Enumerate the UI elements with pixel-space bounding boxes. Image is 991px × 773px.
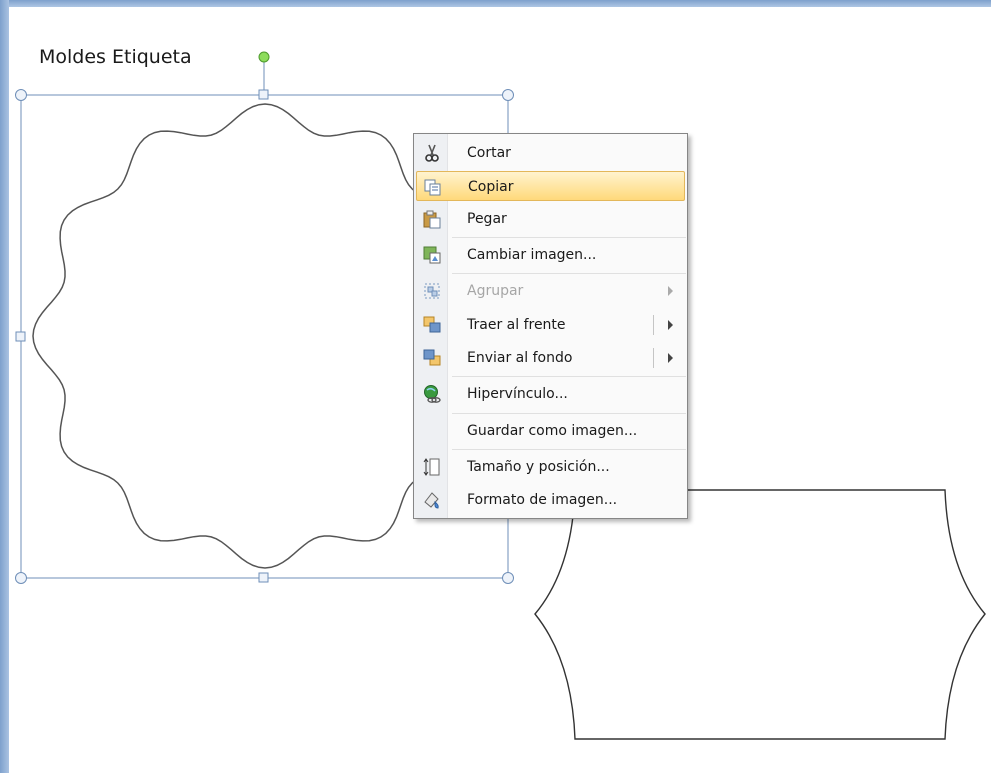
menu-item-label: Cambiar imagen... — [467, 247, 597, 263]
menu-separator — [452, 413, 686, 414]
copy-icon — [423, 177, 443, 197]
menu-item-label: Tamaño y posición... — [467, 459, 610, 475]
menu-item-pegar[interactable]: Pegar — [416, 204, 685, 234]
rotation-handle[interactable] — [258, 51, 270, 63]
handle-top-right[interactable] — [502, 89, 514, 101]
menu-item-guardar-como-imagen[interactable]: Guardar como imagen... — [416, 416, 685, 446]
size-position-icon — [422, 457, 442, 477]
bring-to-front-icon — [422, 315, 442, 335]
menu-item-formato-de-imagen[interactable]: Formato de imagen... — [416, 485, 685, 515]
group-icon — [422, 281, 442, 301]
menu-item-label: Traer al frente — [467, 317, 566, 333]
menu-separator — [452, 376, 686, 377]
menu-item-label: Guardar como imagen... — [467, 423, 638, 439]
submenu-arrow-icon — [668, 286, 673, 296]
handle-bottom[interactable] — [258, 572, 269, 583]
menu-item-label: Formato de imagen... — [467, 492, 618, 508]
handle-bottom-right[interactable] — [502, 572, 514, 584]
menu-separator — [452, 449, 686, 450]
menu-item-copiar[interactable]: Copiar — [416, 171, 685, 201]
menu-item-cambiar-imagen[interactable]: Cambiar imagen... — [416, 240, 685, 270]
paste-icon — [422, 209, 442, 229]
menu-item-label: Agrupar — [467, 283, 524, 299]
menu-item-traer-al-frente[interactable]: Traer al frente — [416, 310, 685, 340]
menu-separator — [452, 273, 686, 274]
handle-top[interactable] — [258, 89, 269, 100]
send-to-back-icon — [422, 348, 442, 368]
menu-item-label: Enviar al fondo — [467, 350, 573, 366]
context-menu: Cortar Copiar Pegar Cambiar imagen... Ag… — [413, 133, 688, 519]
handle-left[interactable] — [15, 331, 26, 342]
menu-item-label: Hipervínculo... — [467, 386, 568, 402]
submenu-arrow-icon[interactable] — [668, 353, 673, 363]
menu-item-label: Pegar — [467, 211, 507, 227]
submenu-arrow-icon[interactable] — [668, 320, 673, 330]
submenu-divider — [653, 348, 654, 368]
menu-item-enviar-al-fondo[interactable]: Enviar al fondo — [416, 343, 685, 373]
change-picture-icon — [422, 245, 442, 265]
menu-item-cortar[interactable]: Cortar — [416, 138, 685, 168]
menu-item-label: Cortar — [467, 145, 511, 161]
menu-item-agrupar[interactable]: Agrupar — [416, 276, 685, 306]
menu-item-label: Copiar — [468, 179, 514, 195]
hyperlink-icon — [422, 384, 442, 404]
scissors-icon — [422, 143, 442, 163]
menu-item-tamano-y-posicion[interactable]: Tamaño y posición... — [416, 452, 685, 482]
handle-bottom-left[interactable] — [15, 572, 27, 584]
handle-top-left[interactable] — [15, 89, 27, 101]
tag-shape[interactable] — [534, 489, 986, 740]
menu-item-hipervinculo[interactable]: Hipervínculo... — [416, 379, 685, 409]
format-picture-icon — [422, 490, 442, 510]
menu-separator — [452, 237, 686, 238]
submenu-divider — [653, 315, 654, 335]
